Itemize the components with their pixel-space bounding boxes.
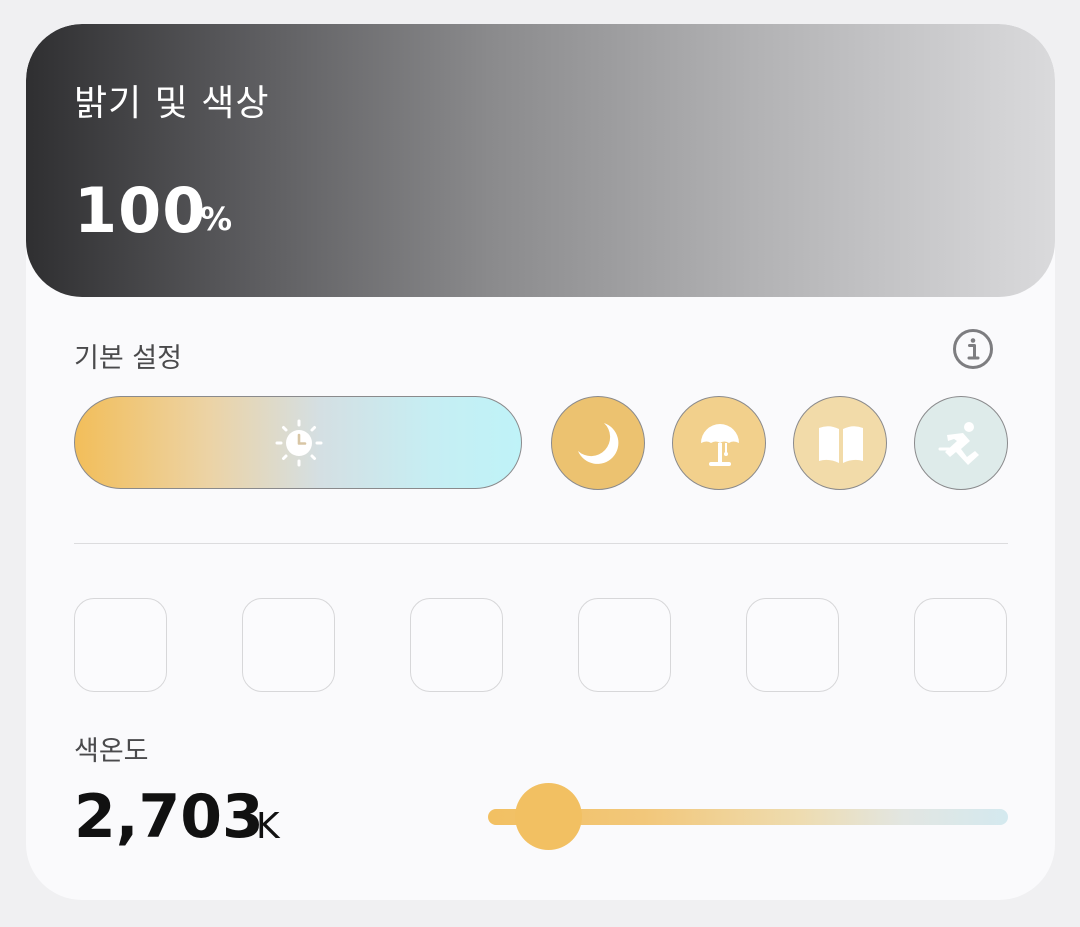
color-temperature-slider-thumb[interactable]: [515, 783, 582, 850]
running-icon: [938, 422, 979, 465]
daily-rhythm-button[interactable]: [74, 396, 522, 489]
reading-mode-button[interactable]: [793, 396, 887, 490]
night-mode-button[interactable]: [551, 396, 645, 490]
custom-color-slot[interactable]: [74, 598, 167, 692]
book-icon: [819, 426, 863, 463]
section-divider: [74, 543, 1008, 544]
custom-color-slot[interactable]: [410, 598, 503, 692]
custom-color-slot[interactable]: [242, 598, 335, 692]
sun-clock-icon: [275, 419, 323, 467]
info-icon[interactable]: [952, 328, 994, 370]
brightness-slider-panel[interactable]: 밝기 및 색상 100 %: [26, 24, 1055, 297]
brightness-unit: %: [200, 200, 233, 238]
color-temperature-label: 색온도: [74, 736, 149, 767]
brightness-value: 100: [74, 174, 207, 247]
light-control-card: 밝기 및 색상 100 % 기본 설정 색온도 2,703 K: [26, 24, 1055, 900]
color-temperature-value: 2,703: [74, 782, 264, 852]
custom-color-slot[interactable]: [746, 598, 839, 692]
energy-mode-button[interactable]: [914, 396, 1008, 490]
presets-label: 기본 설정: [74, 343, 182, 374]
brightness-title: 밝기 및 색상: [74, 83, 270, 124]
custom-color-slot[interactable]: [578, 598, 671, 692]
relax-mode-button[interactable]: [672, 396, 766, 490]
lamp-icon: [701, 424, 739, 466]
custom-color-slot[interactable]: [914, 598, 1007, 692]
moon-icon: [578, 423, 619, 464]
color-temperature-unit: K: [256, 806, 280, 847]
